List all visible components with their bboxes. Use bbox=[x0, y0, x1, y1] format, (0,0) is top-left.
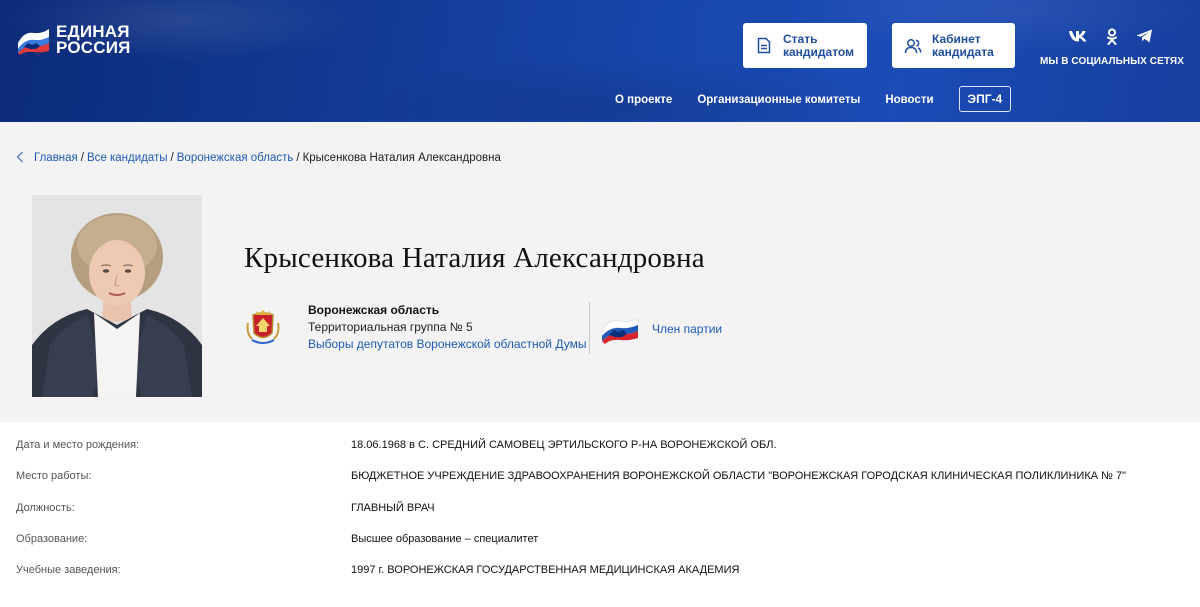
nav-news[interactable]: Новости bbox=[885, 94, 933, 106]
vk-icon[interactable] bbox=[1068, 30, 1088, 42]
document-icon bbox=[755, 37, 773, 55]
breadcrumb-region[interactable]: Воронежская область bbox=[177, 152, 294, 164]
nav-committees[interactable]: Организационные комитеты bbox=[697, 94, 860, 106]
detail-label: Учебные заведения: bbox=[16, 564, 121, 576]
detail-row: Должность: ГЛАВНЫЙ ВРАЧ bbox=[0, 502, 1200, 533]
detail-label: Образование: bbox=[16, 533, 88, 545]
elections-link[interactable]: Выборы депутатов Воронежской областной Д… bbox=[308, 337, 586, 351]
detail-value: ГЛАВНЫЙ ВРАЧ bbox=[351, 502, 435, 514]
candidate-profile: Главная / Все кандидаты / Воронежская об… bbox=[0, 122, 1200, 422]
odnoklassniki-icon[interactable] bbox=[1106, 28, 1118, 45]
candidate-name: Крысенкова Наталия Александровна bbox=[244, 242, 705, 274]
detail-value: БЮДЖЕТНОЕ УЧРЕЖДЕНИЕ ЗДРАВООХРАНЕНИЯ ВОР… bbox=[351, 470, 1126, 482]
territorial-group: Территориальная группа № 5 bbox=[308, 320, 473, 334]
detail-value: Высшее образование – специалитет bbox=[351, 533, 539, 545]
detail-value: 18.06.1968 в С. СРЕДНИЙ САМОВЕЦ ЭРТИЛЬСК… bbox=[351, 439, 777, 451]
breadcrumb-current: Крысенкова Наталия Александровна bbox=[302, 152, 501, 164]
become-candidate-label: Стать кандидатом bbox=[783, 31, 854, 59]
breadcrumb: Главная / Все кандидаты / Воронежская об… bbox=[16, 150, 501, 166]
main-nav: О проекте Организационные комитеты Новос… bbox=[615, 86, 1012, 113]
breadcrumb-separator: / bbox=[80, 152, 84, 164]
site-header: ЕДИНАЯ РОССИЯ Стать кандидатом Кабинет к… bbox=[0, 0, 1200, 122]
detail-row: Дата и место рождения: 18.06.1968 в С. С… bbox=[0, 439, 1200, 470]
users-icon bbox=[904, 37, 922, 55]
breadcrumb-all-candidates[interactable]: Все кандидаты bbox=[87, 152, 168, 164]
party-bear-icon bbox=[601, 317, 639, 344]
social-label: МЫ В СОЦИАЛЬНЫХ СЕТЯХ bbox=[1040, 56, 1184, 67]
detail-row: Образование: Высшее образование – специа… bbox=[0, 533, 1200, 564]
detail-value: 1997 г. ВОРОНЕЖСКАЯ ГОСУДАРСТВЕННАЯ МЕДИ… bbox=[351, 564, 740, 576]
breadcrumb-home[interactable]: Главная bbox=[34, 152, 78, 164]
breadcrumb-separator: / bbox=[170, 152, 174, 164]
detail-row: Учебные заведения: 1997 г. ВОРОНЕЖСКАЯ Г… bbox=[0, 564, 1200, 595]
membership-status: Член партии bbox=[652, 322, 723, 336]
region-title: Воронежская область bbox=[308, 303, 440, 317]
candidate-cabinet-button[interactable]: Кабинет кандидата bbox=[892, 23, 1015, 68]
bear-flag-icon bbox=[18, 29, 49, 55]
detail-label: Дата и место рождения: bbox=[16, 439, 140, 451]
candidate-cabinet-label: Кабинет кандидата bbox=[932, 31, 994, 59]
become-candidate-button[interactable]: Стать кандидатом bbox=[743, 23, 867, 68]
logo-text: ЕДИНАЯ РОССИЯ bbox=[56, 23, 131, 57]
detail-label: Место работы: bbox=[16, 470, 92, 482]
region-info: Воронежская область Территориальная груп… bbox=[244, 302, 586, 353]
party-membership: Член партии bbox=[600, 314, 722, 344]
divider bbox=[589, 302, 590, 354]
social-links: МЫ В СОЦИАЛЬНЫХ СЕТЯХ bbox=[1040, 26, 1184, 67]
nav-epg-button[interactable]: ЭПГ-4 bbox=[958, 86, 1012, 112]
candidate-photo bbox=[32, 195, 202, 397]
telegram-icon[interactable] bbox=[1136, 29, 1153, 43]
region-crest-icon bbox=[246, 309, 280, 344]
nav-about[interactable]: О проекте bbox=[615, 94, 672, 106]
logo-line2: РОССИЯ bbox=[56, 38, 131, 57]
breadcrumb-separator: / bbox=[296, 152, 300, 164]
party-logo[interactable]: ЕДИНАЯ РОССИЯ bbox=[16, 23, 131, 57]
chevron-left-icon[interactable] bbox=[16, 150, 24, 166]
detail-row: Место работы: БЮДЖЕТНОЕ УЧРЕЖДЕНИЕ ЗДРАВ… bbox=[0, 470, 1200, 501]
detail-label: Должность: bbox=[16, 502, 75, 514]
